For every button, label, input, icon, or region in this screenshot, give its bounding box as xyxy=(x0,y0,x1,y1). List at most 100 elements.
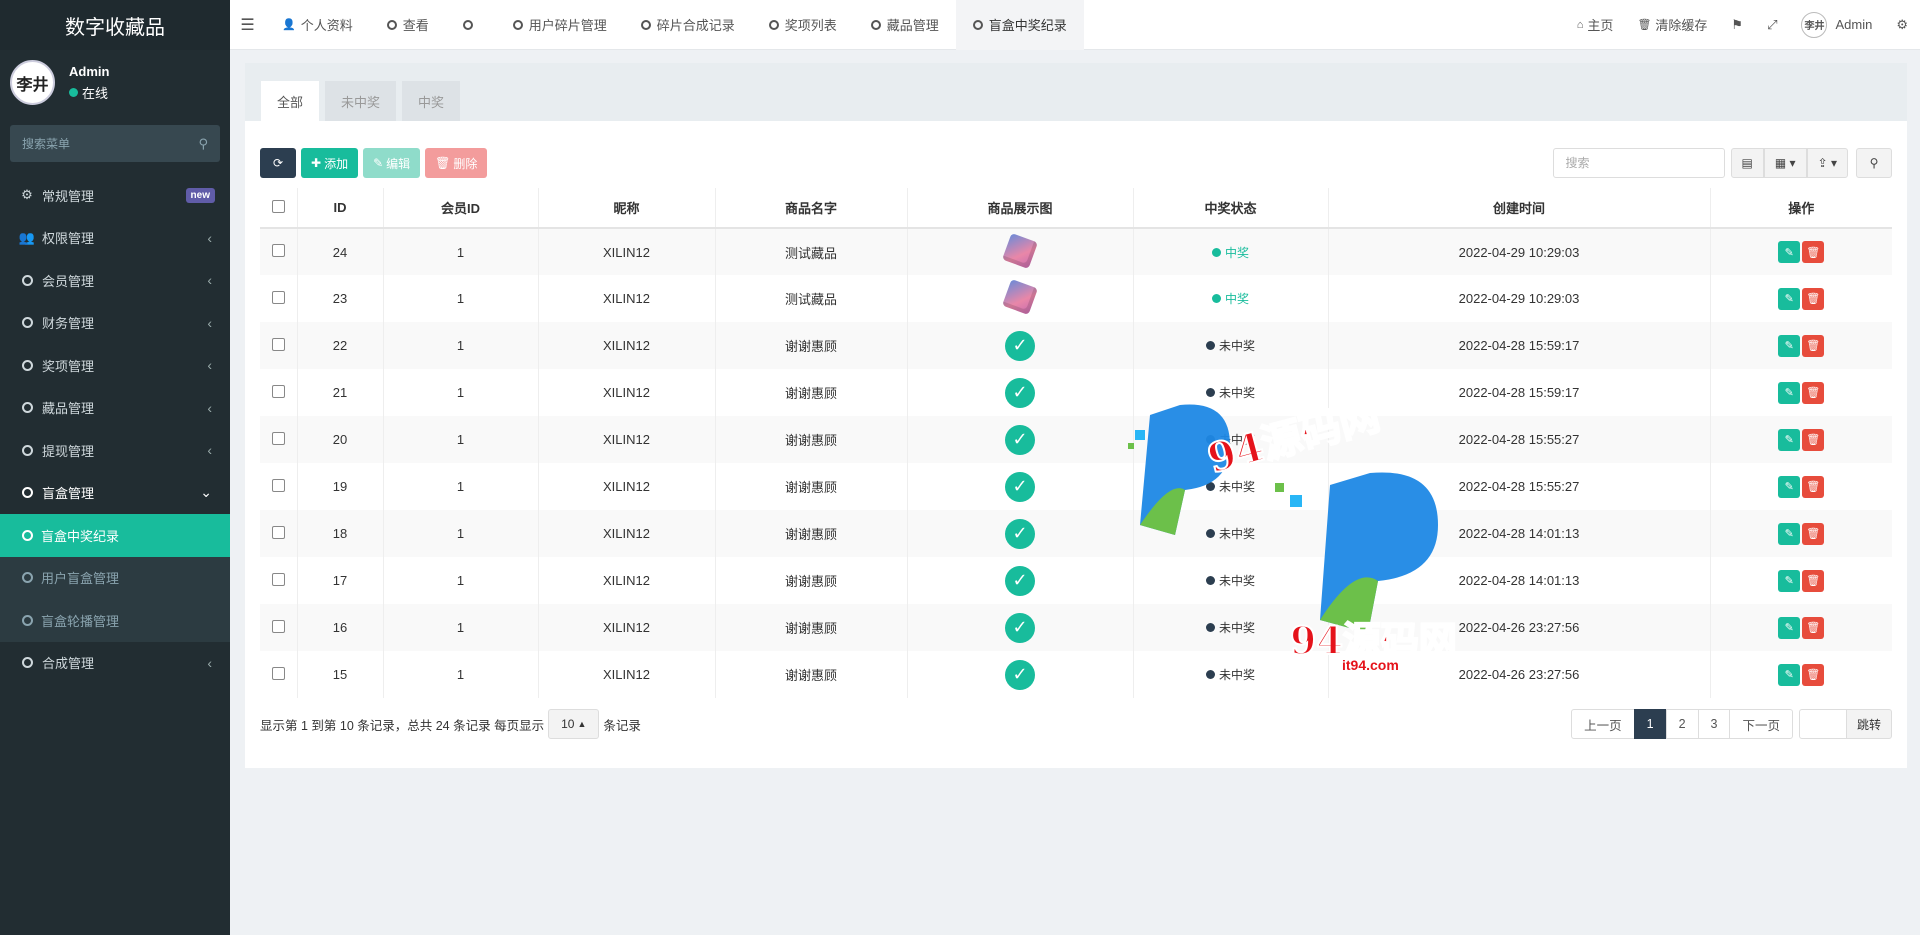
page-3-button[interactable]: 3 xyxy=(1697,709,1731,739)
language-icon[interactable]: ⚑ xyxy=(1719,17,1755,33)
home-link[interactable]: ⌂ 主页 xyxy=(1565,15,1626,34)
row-edit-button[interactable]: ✎ xyxy=(1778,663,1801,686)
row-checkbox[interactable] xyxy=(271,525,285,539)
row-edit-button[interactable]: ✎ xyxy=(1778,334,1801,357)
row-delete-button[interactable]: 🗑 xyxy=(1802,569,1825,592)
page-2-button[interactable]: 2 xyxy=(1665,709,1699,739)
row-delete-button[interactable]: 🗑 xyxy=(1802,381,1825,404)
table-row[interactable]: 18 1 XILIN12 谢谢惠顾 ✓ 未中奖 2022-04-28 14:01:13 ✎ 🗑 xyxy=(260,510,1892,557)
row-checkbox[interactable] xyxy=(271,619,285,633)
sidebar-item-prize[interactable]: 奖项管理 ‹ xyxy=(0,344,230,387)
tab-collection[interactable]: 藏品管理 xyxy=(854,0,956,50)
row-checkbox[interactable] xyxy=(271,337,285,351)
row-delete-button[interactable]: 🗑 xyxy=(1802,287,1825,310)
search-toggle-button[interactable]: ⚲ xyxy=(1856,148,1892,178)
row-edit-button[interactable]: ✎ xyxy=(1778,287,1801,310)
row-delete-button[interactable]: 🗑 xyxy=(1802,334,1825,357)
tab-user-fragments[interactable]: 用户碎片管理 xyxy=(496,0,624,50)
sidebar-item-blindbox-carousel[interactable]: 盲盒轮播管理 xyxy=(0,599,230,642)
row-edit-button[interactable]: ✎ xyxy=(1778,428,1801,451)
row-edit-button[interactable]: ✎ xyxy=(1778,569,1801,592)
prev-page-button[interactable]: 上一页 xyxy=(1571,709,1635,739)
column-header[interactable]: 创建时间 xyxy=(1328,188,1711,229)
row-delete-button[interactable]: 🗑 xyxy=(1802,663,1825,686)
table-row[interactable]: 21 1 XILIN12 谢谢惠顾 ✓ 未中奖 2022-04-28 15:59:17 ✎ 🗑 xyxy=(260,369,1892,416)
edit-button[interactable]: ✎ 编辑 xyxy=(363,148,421,178)
columns-button[interactable]: ▦ ▾ xyxy=(1763,148,1807,178)
sidebar-item-regular[interactable]: ⚙ 常规管理 new xyxy=(0,174,230,217)
table-search-input[interactable] xyxy=(1552,148,1725,178)
table-row[interactable]: 15 1 XILIN12 谢谢惠顾 ✓ 未中奖 2022-04-26 23:27:56 ✎ 🗑 xyxy=(260,651,1892,698)
app-title[interactable]: 数字收藏品 xyxy=(0,0,230,50)
row-delete-button[interactable]: 🗑 xyxy=(1802,616,1825,639)
table-row[interactable]: 23 1 XILIN12 测试藏品 中奖 2022-04-29 10:29:03 ✎ 🗑 xyxy=(260,275,1892,322)
row-edit-button[interactable]: ✎ xyxy=(1778,475,1801,498)
sidebar-item-blindbox-records[interactable]: 盲盒中奖纪录 xyxy=(0,514,230,557)
sidebar-item-withdraw[interactable]: 提现管理 ‹ xyxy=(0,429,230,472)
row-checkbox[interactable] xyxy=(271,384,285,398)
menu-toggle-icon[interactable]: ☰ xyxy=(230,15,265,35)
table-row[interactable]: 17 1 XILIN12 谢谢惠顾 ✓ 未中奖 2022-04-28 14:01:13 ✎ 🗑 xyxy=(260,557,1892,604)
sidebar-item-user-blindbox[interactable]: 用户盲盒管理 xyxy=(0,557,230,600)
table-row[interactable]: 19 1 XILIN12 谢谢惠顾 ✓ 未中奖 2022-04-28 15:55:27 ✎ 🗑 xyxy=(260,463,1892,510)
row-checkbox[interactable] xyxy=(271,244,285,257)
row-edit-button[interactable]: ✎ xyxy=(1778,381,1801,404)
tab-profile[interactable]: 👤 个人资料 xyxy=(265,0,370,50)
sidebar-item-member[interactable]: 会员管理 ‹ xyxy=(0,259,230,302)
sidebar-item-synthesis[interactable]: 合成管理 ‹ xyxy=(0,642,230,685)
column-header[interactable]: 操作 xyxy=(1710,188,1892,229)
row-edit-button[interactable]: ✎ xyxy=(1778,522,1801,545)
jump-page-input[interactable] xyxy=(1798,709,1847,739)
refresh-button[interactable]: ⟳ xyxy=(260,148,296,178)
settings-icon[interactable]: ⚙ xyxy=(1884,17,1920,33)
tab-won[interactable]: 中奖 xyxy=(402,81,461,121)
row-checkbox[interactable] xyxy=(271,572,285,586)
table-row[interactable]: 22 1 XILIN12 谢谢惠顾 ✓ 未中奖 2022-04-28 15:59:17 ✎ 🗑 xyxy=(260,322,1892,369)
row-checkbox[interactable] xyxy=(271,666,285,680)
jump-button[interactable]: 跳转 xyxy=(1845,709,1892,739)
user-menu[interactable]: 李井 Admin xyxy=(1789,11,1884,38)
column-header[interactable]: 昵称 xyxy=(538,188,716,229)
sidebar-item-finance[interactable]: 财务管理 ‹ xyxy=(0,302,230,345)
toggle-view-button[interactable]: ▤ xyxy=(1730,148,1764,178)
row-edit-button[interactable]: ✎ xyxy=(1778,616,1801,639)
row-delete-button[interactable]: 🗑 xyxy=(1802,475,1825,498)
tab-fragment-synthesis[interactable]: 碎片合成记录 xyxy=(624,0,752,50)
tab-untitled[interactable] xyxy=(446,0,496,50)
select-all-checkbox[interactable] xyxy=(271,199,285,213)
tab-blindbox-records[interactable]: 盲盒中奖纪录 xyxy=(955,0,1084,50)
tab-not-won[interactable]: 未中奖 xyxy=(325,81,397,121)
page-size-select[interactable]: 10 ▲ xyxy=(548,709,600,739)
fullscreen-icon[interactable]: ⤢ xyxy=(1755,17,1789,33)
row-delete-button[interactable]: 🗑 xyxy=(1802,428,1825,451)
table-row[interactable]: 20 1 XILIN12 谢谢惠顾 ✓ 未中奖 2022-04-28 15:55:27 ✎ 🗑 xyxy=(260,416,1892,463)
sidebar-search-input[interactable] xyxy=(22,136,182,151)
row-delete-button[interactable]: 🗑 xyxy=(1802,522,1825,545)
row-checkbox[interactable] xyxy=(271,431,285,445)
sidebar-item-permission[interactable]: 👥 权限管理 ‹ xyxy=(0,217,230,260)
clear-cache-button[interactable]: 🗑 清除缓存 xyxy=(1625,15,1719,34)
next-page-button[interactable]: 下一页 xyxy=(1729,709,1793,739)
tab-all[interactable]: 全部 xyxy=(261,81,320,121)
row-delete-button[interactable]: 🗑 xyxy=(1802,241,1825,263)
row-checkbox[interactable] xyxy=(271,290,285,304)
column-header[interactable]: 商品展示图 xyxy=(907,188,1134,229)
column-header[interactable]: 会员ID xyxy=(383,188,539,229)
page-1-button[interactable]: 1 xyxy=(1633,709,1667,739)
cell-member-id: 1 xyxy=(383,510,539,557)
sidebar-item-blindbox[interactable]: 盲盒管理 ⌄ xyxy=(0,472,230,515)
table-row[interactable]: 16 1 XILIN12 谢谢惠顾 ✓ 未中奖 2022-04-26 23:27:56 ✎ 🗑 xyxy=(260,604,1892,651)
row-edit-button[interactable]: ✎ xyxy=(1778,241,1801,263)
column-header[interactable]: 中奖状态 xyxy=(1133,188,1329,229)
table-row[interactable]: 24 1 XILIN12 测试藏品 中奖 2022-04-29 10:29:03 ✎ 🗑 xyxy=(260,228,1892,275)
tab-view[interactable]: 查看 xyxy=(370,0,446,50)
row-checkbox[interactable] xyxy=(271,478,285,492)
export-button[interactable]: ⇪ ▾ xyxy=(1806,148,1848,178)
tab-prize-list[interactable]: 奖项列表 xyxy=(752,0,854,50)
column-header[interactable]: ID xyxy=(297,188,384,229)
add-button[interactable]: ✚ 添加 xyxy=(301,148,359,178)
delete-button[interactable]: 🗑 删除 xyxy=(425,148,488,178)
search-icon[interactable]: ⚲ xyxy=(198,136,208,152)
column-header[interactable]: 商品名字 xyxy=(715,188,908,229)
sidebar-item-collection[interactable]: 藏品管理 ‹ xyxy=(0,387,230,430)
